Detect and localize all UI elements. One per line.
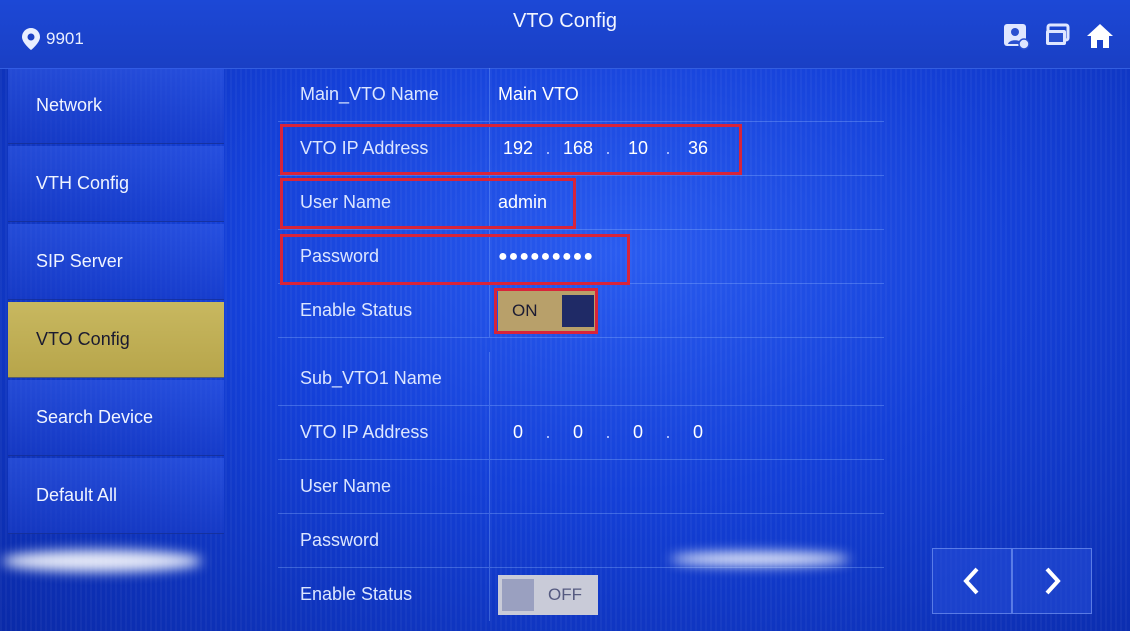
main-enable-row: Enable Status ON bbox=[278, 284, 884, 338]
field-label: Enable Status bbox=[278, 568, 490, 621]
sub-enable-row: Enable Status OFF bbox=[278, 568, 884, 621]
sub-user-name-row: User Name bbox=[278, 460, 884, 514]
sidebar-item-sip-server[interactable]: SIP Server bbox=[8, 224, 224, 300]
sidebar-item-label: Search Device bbox=[36, 407, 154, 427]
ip-octet-3[interactable]: 10 bbox=[618, 138, 658, 159]
sub-password-input[interactable] bbox=[492, 514, 884, 567]
chevron-left-icon bbox=[963, 567, 979, 595]
page-nav bbox=[932, 548, 1092, 614]
sidebar-item-label: VTH Config bbox=[36, 173, 130, 193]
sidebar: Network VTH Config SIP Server VTO Config… bbox=[8, 68, 224, 613]
ip-octet-1[interactable]: 0 bbox=[498, 422, 538, 443]
sidebar-item-label: Default All bbox=[36, 485, 118, 505]
sub-password-row: Password bbox=[278, 514, 884, 568]
sidebar-item-search-device[interactable]: Search Device bbox=[8, 380, 224, 456]
ip-octet-4[interactable]: 0 bbox=[678, 422, 718, 443]
sidebar-item-default-all[interactable]: Default All bbox=[8, 458, 224, 534]
sub-vto-ip-row: VTO IP Address 0. 0. 0. 0 bbox=[278, 406, 884, 460]
sub-enable-toggle[interactable]: OFF bbox=[498, 574, 598, 615]
main-user-name-row: User Name admin bbox=[278, 176, 884, 230]
ip-octet-4[interactable]: 36 bbox=[678, 138, 718, 159]
main-password-row: Password ●●●●●●●●● bbox=[278, 230, 884, 284]
toggle-state-label: ON bbox=[512, 300, 538, 320]
sidebar-item-vto-config[interactable]: VTO Config bbox=[8, 302, 224, 378]
field-label: Password bbox=[278, 514, 490, 567]
monitor-icon[interactable] bbox=[1044, 22, 1072, 50]
field-label: VTO IP Address bbox=[278, 406, 490, 459]
main-vto-name-input[interactable]: Main VTO bbox=[492, 68, 884, 121]
main-user-name-input[interactable]: admin bbox=[492, 176, 884, 229]
vto-config-form: Main_VTO Name Main VTO VTO IP Address 19… bbox=[278, 68, 884, 621]
page-title: VTO Config bbox=[512, 10, 618, 32]
toggle-state-label: OFF bbox=[548, 584, 582, 604]
field-label: Enable Status bbox=[278, 284, 490, 337]
ip-octet-2[interactable]: 168 bbox=[558, 138, 598, 159]
sidebar-item-network[interactable]: Network bbox=[8, 68, 224, 144]
main-password-input[interactable]: ●●●●●●●●● bbox=[492, 230, 884, 283]
field-label: User Name bbox=[278, 460, 490, 513]
header-bar: 9901 VTO Config bbox=[0, 0, 1130, 69]
ip-octet-2[interactable]: 0 bbox=[558, 422, 598, 443]
sidebar-item-vth-config[interactable]: VTH Config bbox=[8, 146, 224, 222]
sub-vto-ip-input[interactable]: 0. 0. 0. 0 bbox=[492, 406, 884, 459]
sidebar-item-label: Network bbox=[36, 95, 103, 115]
field-label: User Name bbox=[278, 176, 490, 229]
ip-octet-3[interactable]: 0 bbox=[618, 422, 658, 443]
toggle-knob bbox=[562, 294, 594, 327]
chevron-right-icon bbox=[1045, 567, 1061, 595]
home-icon[interactable] bbox=[1086, 22, 1114, 50]
sidebar-item-label: VTO Config bbox=[36, 329, 130, 349]
sub-vto-name-row: Sub_VTO1 Name bbox=[278, 352, 884, 406]
ip-octet-1[interactable]: 192 bbox=[498, 138, 538, 159]
sub-vto-name-input[interactable] bbox=[492, 352, 884, 405]
main-vto-ip-row: VTO IP Address 192. 168. 10. 36 bbox=[278, 122, 884, 176]
main-vto-name-row: Main_VTO Name Main VTO bbox=[278, 68, 884, 122]
field-label: Main_VTO Name bbox=[278, 68, 490, 121]
field-label: Sub_VTO1 Name bbox=[278, 352, 490, 405]
field-label: VTO IP Address bbox=[278, 122, 490, 175]
toggle-knob bbox=[502, 578, 534, 611]
field-label: Password bbox=[278, 230, 490, 283]
sidebar-item-label: SIP Server bbox=[36, 251, 123, 271]
next-page-button[interactable] bbox=[1012, 548, 1092, 614]
screen: 9901 VTO Config Network VTH Config SIP S… bbox=[0, 0, 1130, 631]
contact-card-icon[interactable] bbox=[1002, 22, 1030, 50]
sub-user-name-input[interactable] bbox=[492, 460, 884, 513]
password-mask: ●●●●●●●●● bbox=[498, 247, 594, 265]
main-vto-ip-input[interactable]: 192. 168. 10. 36 bbox=[492, 122, 884, 175]
main-enable-toggle[interactable]: ON bbox=[498, 290, 598, 331]
previous-page-button[interactable] bbox=[932, 548, 1012, 614]
